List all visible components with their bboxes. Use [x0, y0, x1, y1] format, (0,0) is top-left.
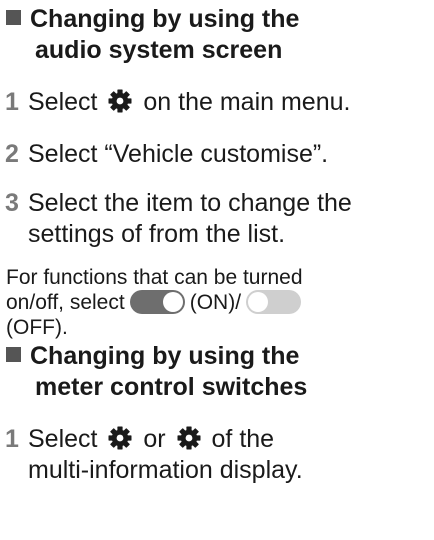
heading-line2: meter control switches — [35, 373, 308, 401]
step-text-line2: settings of from the list. — [28, 220, 286, 248]
step-text-before-icon: Select — [28, 88, 98, 116]
step-text-line2: multi-information display. — [28, 456, 303, 484]
step-text-line1: Select the item to change the — [28, 189, 352, 217]
step-number: 3 — [5, 189, 19, 217]
heading-line1: Changing by using the — [30, 5, 300, 33]
step-number: 2 — [5, 140, 19, 168]
step-2-vehicle-customise: 2 Select “Vehicle customise”. — [5, 139, 328, 170]
toggle-off-icon — [246, 290, 302, 314]
toggle-on-icon — [129, 290, 185, 314]
toggle-on-label: (ON)/ — [189, 291, 242, 314]
toggle-note: For functions that can be turned on/off,… — [6, 265, 306, 340]
toggle-knob — [162, 292, 183, 312]
heading-line1: Changing by using the — [30, 342, 300, 370]
note-prefix: on/off, select — [6, 291, 125, 314]
note-line2: on/off, select (ON)/ — [6, 290, 306, 315]
gear-icon — [108, 89, 132, 113]
step-text-after-icon: on the main menu. — [143, 88, 351, 116]
step-3-select-item: 3 Select the item to change the settings … — [5, 188, 352, 250]
step-1-select-settings: 1 Select on the main menu. — [5, 87, 350, 118]
step-text: Select “Vehicle customise”. — [28, 140, 329, 168]
meter-step-1-select: 1 Select or of the multi-information disp… — [5, 424, 303, 486]
gear-icon — [177, 426, 201, 450]
heading-square-bullet — [6, 10, 21, 25]
section-heading-meter-control: Changing by using the meter control swit… — [6, 341, 307, 403]
section-heading-audio-system: Changing by using the audio system scree… — [6, 4, 299, 66]
gear-icon — [108, 426, 132, 450]
heading-square-bullet — [6, 347, 21, 362]
note-line1: For functions that can be turned — [6, 266, 303, 289]
step-number: 1 — [5, 88, 19, 116]
toggle-knob — [248, 292, 269, 312]
step-number: 1 — [5, 425, 19, 453]
note-line3: (OFF). — [6, 316, 68, 339]
manual-page: Changing by using the audio system scree… — [0, 0, 434, 540]
heading-line2: audio system screen — [35, 36, 283, 64]
step-text-middle: or — [143, 425, 166, 453]
step-text-after-icon: of the — [211, 425, 275, 453]
step-text-before-icon: Select — [28, 425, 98, 453]
